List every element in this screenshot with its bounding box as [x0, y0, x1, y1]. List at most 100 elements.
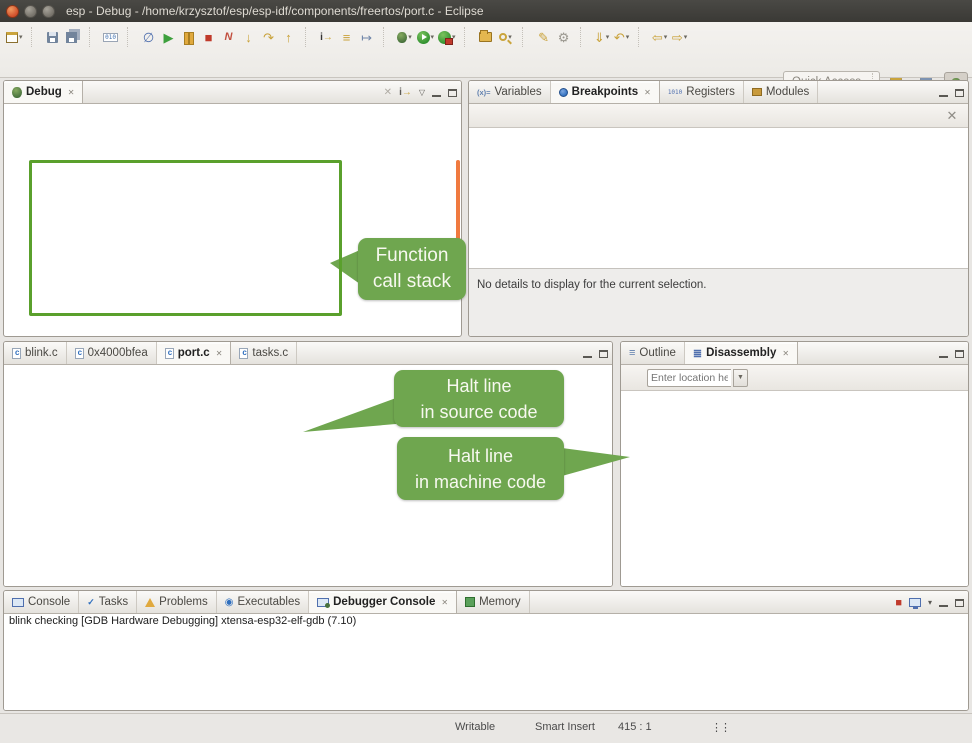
- annotation-navigation-button[interactable]: ⚙: [554, 26, 574, 48]
- search-button[interactable]: ▾: [496, 26, 516, 48]
- disassembly-listing[interactable]: [621, 391, 968, 587]
- tab-0x4000bfea[interactable]: 0x4000bfea: [67, 342, 157, 364]
- tab-breakpoints[interactable]: Breakpoints✕: [551, 81, 660, 103]
- save-button[interactable]: [43, 26, 63, 48]
- c-file-icon: [165, 348, 174, 359]
- binary-view-button[interactable]: 010: [101, 26, 121, 48]
- step-into-button[interactable]: ↓: [239, 26, 259, 48]
- tab-registers[interactable]: Registers: [660, 81, 744, 103]
- breakpoints-list[interactable]: [469, 128, 968, 268]
- maximize-icon[interactable]: [599, 350, 608, 358]
- tab-memory[interactable]: Memory: [457, 591, 530, 613]
- skip-all-breakpoints-button[interactable]: ∅: [139, 26, 159, 48]
- window-minimize-button[interactable]: [24, 5, 37, 18]
- instruction-stepping-icon: i: [320, 32, 333, 43]
- minimize-icon[interactable]: [583, 349, 592, 358]
- toolbar-icon-strip: ▾010∅▶■N↓↷↑i≡↦▾▾▾▾✎⚙⇓▾↶▾⇦▾⇨▾: [4, 25, 690, 49]
- remove-breakpoint-button[interactable]: ✕: [942, 105, 962, 127]
- forward-button[interactable]: ⇨▾: [670, 26, 690, 48]
- registers-icon: [668, 89, 682, 96]
- step-return-button[interactable]: ↑: [279, 26, 299, 48]
- tab-port-c[interactable]: port.c✕: [157, 342, 232, 364]
- debug-tabbar: Debug✕ ✕ i ▽: [4, 81, 461, 104]
- disconnect-icon: N: [225, 31, 233, 43]
- tab-outline[interactable]: Outline: [621, 342, 685, 364]
- resume-icon: ▶: [164, 31, 174, 44]
- debug-button[interactable]: ▾: [395, 26, 415, 48]
- cursor-position: 415 : 1: [618, 721, 652, 733]
- suspend-icon: [184, 32, 194, 43]
- tab-variables[interactable]: Variables: [469, 81, 551, 103]
- step-over-button[interactable]: ↷: [259, 26, 279, 48]
- window-close-button[interactable]: [6, 5, 19, 18]
- outline-icon: [629, 347, 635, 359]
- step-return-icon: ↑: [285, 31, 292, 44]
- external-tools-button[interactable]: ▾: [436, 26, 458, 48]
- tab-disassembly[interactable]: Disassembly✕: [685, 342, 798, 364]
- close-tab-icon[interactable]: ✕: [782, 349, 789, 358]
- maximize-icon[interactable]: [955, 599, 964, 607]
- terminate-icon: ■: [205, 31, 213, 44]
- halt-line-machine-callout: Halt linein machine code: [397, 437, 564, 500]
- instruction-stepping-button[interactable]: i: [317, 26, 337, 48]
- maximize-icon[interactable]: [955, 89, 964, 97]
- go-to-last-edit-icon: ↶: [614, 31, 625, 44]
- window-maximize-button[interactable]: [42, 5, 55, 18]
- display-console-icon[interactable]: [909, 598, 921, 607]
- disconnect-button[interactable]: N: [219, 26, 239, 48]
- go-to-last-edit-button[interactable]: ↶▾: [612, 26, 632, 48]
- tab-executables[interactable]: Executables: [217, 591, 309, 613]
- suspend-button[interactable]: [179, 26, 199, 48]
- tab-tasks[interactable]: Tasks: [79, 591, 137, 613]
- show-logical-structure-icon: ≡: [343, 31, 351, 44]
- open-resource-button[interactable]: [476, 26, 496, 48]
- location-input[interactable]: [647, 369, 731, 387]
- run-button[interactable]: ▾: [415, 26, 437, 48]
- terminate-icon[interactable]: ■: [895, 598, 902, 608]
- maximize-icon[interactable]: [955, 350, 964, 358]
- minimize-icon[interactable]: [939, 598, 948, 607]
- show-logical-structure-button[interactable]: ≡: [337, 26, 357, 48]
- tab-debug[interactable]: Debug✕: [4, 81, 83, 103]
- save-all-button[interactable]: [63, 26, 83, 48]
- close-tab-icon[interactable]: ✕: [644, 88, 651, 97]
- console-description: blink checking [GDB Hardware Debugging] …: [4, 614, 968, 630]
- minimize-icon[interactable]: [939, 349, 948, 358]
- tab-problems[interactable]: Problems: [137, 591, 217, 613]
- minimize-icon[interactable]: [432, 88, 441, 97]
- location-dropdown-icon[interactable]: ▼: [733, 369, 748, 387]
- tab-console[interactable]: Console: [4, 591, 79, 613]
- terminate-button[interactable]: ■: [199, 26, 219, 48]
- open-resource-icon: [479, 32, 492, 42]
- use-step-filters-button[interactable]: ↦: [357, 26, 377, 48]
- close-tab-icon[interactable]: ✕: [216, 349, 223, 358]
- title-bar: esp - Debug - /home/krzysztof/esp/esp-id…: [0, 0, 972, 22]
- editor-tabbar: blink.c0x4000bfeaport.c✕tasks.c: [4, 342, 612, 365]
- save-all-icon: [66, 32, 77, 43]
- view-menu-icon[interactable]: ▽: [419, 88, 425, 98]
- console-dropdown-icon[interactable]: ▾: [928, 598, 932, 608]
- tab-debugger-console[interactable]: Debugger Console✕: [309, 591, 457, 613]
- close-tab-icon[interactable]: ✕: [68, 88, 75, 97]
- skip-all-breakpoints-icon: ∅: [143, 31, 154, 44]
- last-edit-location-button[interactable]: ⇓▾: [592, 26, 612, 48]
- resume-button[interactable]: ▶: [159, 26, 179, 48]
- minimize-icon[interactable]: [939, 88, 948, 97]
- main-toolbar: ▾010∅▶■N↓↷↑i≡↦▾▾▾▾✎⚙⇓▾↶▾⇦▾⇨▾ Quick Acces…: [0, 22, 972, 78]
- new-wizard-button[interactable]: ▾: [4, 26, 25, 48]
- search-icon: [499, 33, 507, 41]
- tab-modules[interactable]: Modules: [744, 81, 818, 103]
- console-tabbar: ConsoleTasksProblemsExecutablesDebugger …: [4, 591, 968, 614]
- instruction-stepping-icon[interactable]: i: [399, 88, 412, 98]
- remove-terminated-icon[interactable]: ✕: [384, 88, 392, 98]
- disassembly-toolbar: ▼: [621, 365, 968, 391]
- back-button[interactable]: ⇦▾: [650, 26, 670, 48]
- mark-occurrences-button[interactable]: ✎: [534, 26, 554, 48]
- close-tab-icon[interactable]: ✕: [441, 598, 448, 607]
- insert-mode-status: Smart Insert: [535, 721, 595, 733]
- tab-blink-c[interactable]: blink.c: [4, 342, 67, 364]
- tab-tasks-c[interactable]: tasks.c: [231, 342, 297, 364]
- maximize-icon[interactable]: [448, 89, 457, 97]
- console-output[interactable]: [4, 630, 968, 711]
- breakpoints-toolbar: ✕: [469, 104, 968, 128]
